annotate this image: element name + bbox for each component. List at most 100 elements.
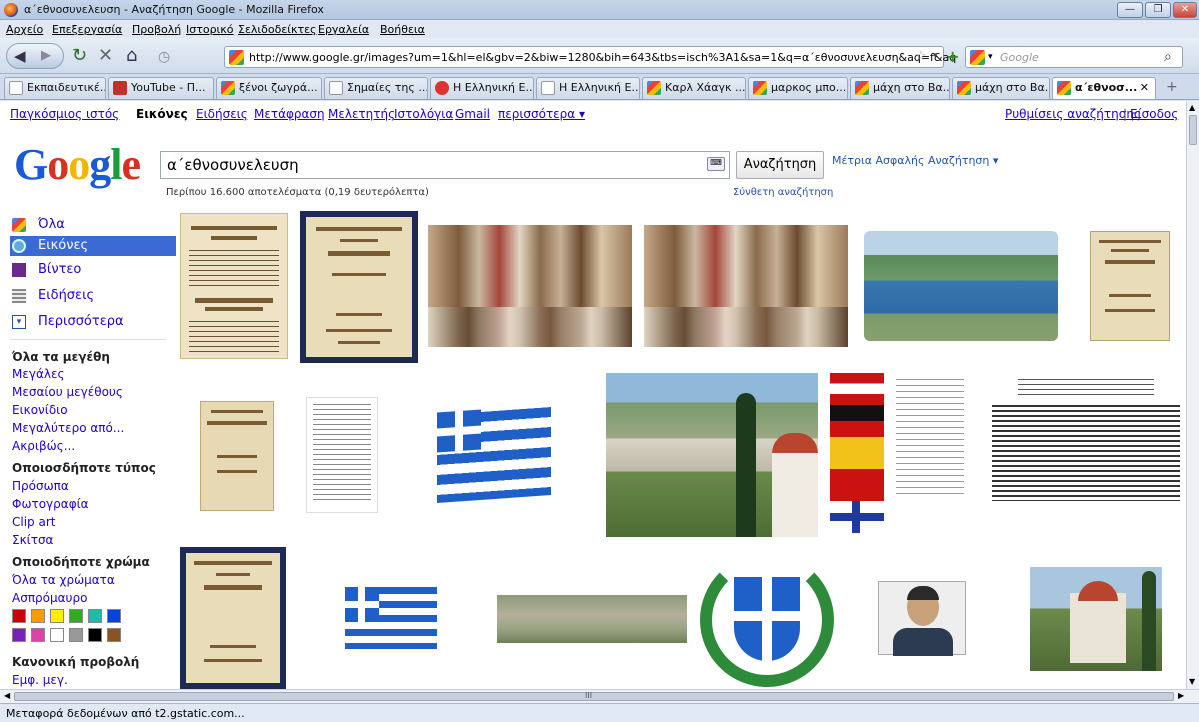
new-tab-icon[interactable]: + — [1166, 79, 1178, 95]
search-button[interactable]: Αναζήτηση — [736, 151, 824, 179]
sidebar-item-images[interactable]: Εικόνες — [10, 236, 176, 256]
tab-6[interactable]: Η Ελληνική Ε... — [536, 77, 640, 99]
image-result-greek-flag[interactable] — [437, 407, 551, 503]
tab-7[interactable]: Καρλ Χάαγκ ... — [642, 77, 746, 99]
search-settings-link[interactable]: Ρυθμίσεις αναζήτησης — [1005, 107, 1141, 121]
color-swatch[interactable] — [69, 628, 83, 642]
back-icon[interactable]: ◀ — [14, 47, 26, 65]
tab-1[interactable]: Εκπαιδευτικέ... — [4, 77, 106, 99]
menu-file[interactable]: Αρχείο — [6, 23, 43, 36]
sidebar-item-all[interactable]: Όλα — [10, 215, 176, 235]
url-dropdown-icon[interactable]: ▾ — [933, 51, 938, 61]
nav-news[interactable]: Ειδήσεις — [196, 107, 248, 121]
image-result-manuscript[interactable] — [890, 375, 970, 505]
menu-view[interactable]: Προβολή — [132, 23, 181, 36]
color-swatch[interactable] — [50, 609, 64, 623]
color-swatch[interactable] — [107, 609, 121, 623]
type-photo-link[interactable]: Φωτογραφία — [12, 497, 89, 511]
sidebar-item-more[interactable]: ▾ Περισσότερα — [10, 312, 176, 332]
search-engine-box[interactable]: ▾ Google ⌕ — [965, 46, 1183, 68]
search-engine-icon[interactable] — [970, 50, 985, 65]
image-result-greek-coat-of-arms[interactable] — [700, 553, 834, 687]
view-larger-link[interactable]: Εμφ. μεγ. — [12, 673, 68, 687]
color-swatch[interactable] — [12, 609, 26, 623]
nav-web[interactable]: Παγκόσμιος ιστός — [10, 107, 119, 121]
bookmark-star-icon[interactable]: ☆ — [915, 49, 927, 64]
menu-bookmarks[interactable]: Σελιδοδείκτες — [238, 23, 317, 36]
nav-translate[interactable]: Μετάφραση — [254, 107, 325, 121]
image-result-constitution-cover-2[interactable] — [180, 547, 286, 689]
tab-4[interactable]: Σημαίες της ... — [324, 77, 428, 99]
vertical-scroll-thumb[interactable] — [1189, 115, 1197, 145]
tab-8[interactable]: μαρκος μπο... — [748, 77, 848, 99]
tab-9[interactable]: μάχη στο Βα... — [850, 77, 950, 99]
vertical-scrollbar[interactable]: ▲ ▼ — [1186, 101, 1199, 689]
nav-scholar[interactable]: Μελετητής — [328, 107, 395, 121]
address-bar[interactable]: http://www.google.gr/images?um=1&hl=el&g… — [224, 46, 956, 68]
color-swatch[interactable] — [88, 609, 102, 623]
tab-3[interactable]: ξένοι ζωγρά... — [216, 77, 322, 99]
minimize-button[interactable]: — — [1117, 2, 1143, 18]
image-result-flags-stack[interactable] — [830, 373, 884, 537]
engine-dropdown-icon[interactable]: ▾ — [988, 52, 993, 62]
size-icon-link[interactable]: Εικονίδιο — [12, 403, 68, 417]
nav-gmail[interactable]: Gmail — [455, 107, 490, 121]
maximize-button[interactable]: ❐ — [1145, 2, 1171, 18]
image-result-painting-1[interactable] — [428, 225, 632, 347]
scroll-up-icon[interactable]: ▲ — [1189, 103, 1195, 112]
signin-link[interactable]: Είσοδος — [1130, 107, 1178, 121]
horizontal-scroll-thumb[interactable]: III — [14, 691, 1174, 701]
close-tab-icon[interactable]: ✕ — [1140, 78, 1149, 98]
sidebar-item-news[interactable]: Ειδήσεις — [10, 286, 176, 306]
tab-2[interactable]: YouTube - Π... — [108, 77, 214, 99]
image-result-old-book[interactable] — [200, 401, 274, 511]
reload-icon[interactable]: ↻ — [72, 46, 87, 66]
scroll-right-icon[interactable]: ▶ — [1178, 691, 1184, 700]
type-clipart-link[interactable]: Clip art — [12, 515, 55, 529]
color-swatch[interactable] — [31, 609, 45, 623]
nav-more[interactable]: περισσότερα ▾ — [498, 107, 585, 121]
color-swatch[interactable] — [69, 609, 83, 623]
color-all-link[interactable]: Όλα τα χρώματα — [12, 573, 115, 587]
menu-edit[interactable]: Επεξεργασία — [52, 23, 122, 36]
close-window-button[interactable]: ✕ — [1173, 2, 1197, 18]
safe-search-dropdown[interactable]: Μέτρια Ασφαλής Αναζήτηση ▾ — [832, 154, 998, 167]
keyboard-icon[interactable]: ⌨ — [707, 157, 725, 171]
image-result-panorama[interactable] — [497, 595, 687, 643]
tab-active[interactable]: α΄εθνοσ... ✕ — [1052, 77, 1156, 99]
color-swatch[interactable] — [88, 628, 102, 642]
color-swatch[interactable] — [107, 628, 121, 642]
advanced-search-link[interactable]: Σύνθετη αναζήτηση — [733, 187, 833, 198]
menu-history[interactable]: Ιστορικό — [186, 23, 234, 36]
home-icon[interactable]: ⌂ — [126, 46, 137, 66]
nav-blogs[interactable]: Ιστολόγια — [394, 107, 453, 121]
sidebar-item-video[interactable]: Βίντεο — [10, 260, 176, 280]
type-faces-link[interactable]: Πρόσωπα — [12, 479, 69, 493]
color-swatch[interactable] — [50, 628, 64, 642]
size-medium-link[interactable]: Μεσαίου μεγέθους — [12, 385, 123, 399]
tab-10[interactable]: μάχη στο Βα... — [952, 77, 1050, 99]
image-result-church-photo[interactable] — [1030, 567, 1162, 671]
size-large-link[interactable]: Μεγάλες — [12, 367, 64, 381]
color-bw-link[interactable]: Ασπρόμαυρο — [12, 591, 87, 605]
search-input[interactable]: α΄εθνοσυνελευση ⌨ — [160, 151, 730, 179]
size-larger-than-link[interactable]: Μεγαλύτερο από... — [12, 421, 124, 435]
forward-icon[interactable]: ▶ — [41, 48, 51, 63]
image-result-text-document[interactable] — [306, 397, 378, 513]
menu-help[interactable]: Βοήθεια — [380, 23, 425, 36]
image-result-portrait[interactable] — [878, 581, 966, 656]
history-clock-icon[interactable]: ◷ — [158, 47, 170, 67]
type-lineart-link[interactable]: Σκίτσα — [12, 533, 53, 547]
image-result-greek-flag-2[interactable] — [345, 587, 437, 649]
color-swatch[interactable] — [31, 628, 45, 642]
tab-5[interactable]: Η Ελληνική Ε... — [430, 77, 534, 99]
horizontal-scrollbar[interactable]: ◀ III ▶ — [0, 689, 1199, 703]
image-result-island-photo[interactable] — [864, 231, 1058, 341]
google-logo[interactable]: Google — [14, 139, 141, 190]
image-result-book-page[interactable] — [180, 213, 288, 359]
image-result-painting-2[interactable] — [644, 225, 848, 347]
scroll-down-icon[interactable]: ▼ — [1189, 677, 1195, 686]
color-swatch[interactable] — [12, 628, 26, 642]
size-exact-link[interactable]: Ακριβώς... — [12, 439, 75, 453]
scroll-left-icon[interactable]: ◀ — [4, 691, 10, 700]
